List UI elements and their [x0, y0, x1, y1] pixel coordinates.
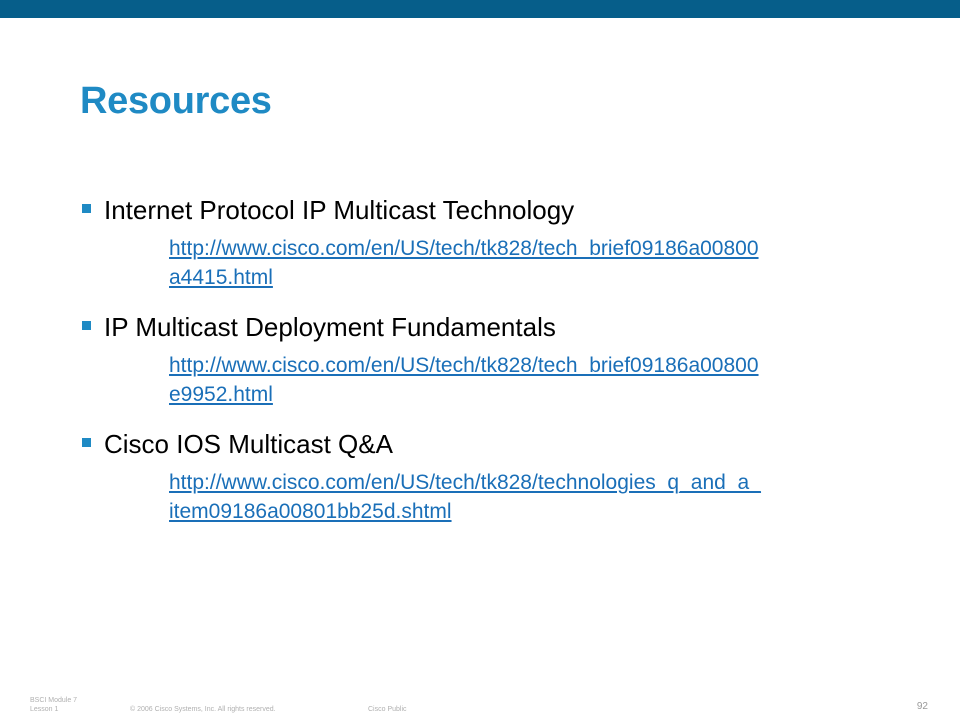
resource-item: IP Multicast Deployment Fundamentals htt… — [80, 309, 910, 409]
link-line-1: http://www.cisco.com/en/US/tech/tk828/te… — [169, 237, 759, 260]
resource-link[interactable]: http://www.cisco.com/en/US/tech/tk828/te… — [169, 234, 929, 292]
resource-title: IP Multicast Deployment Fundamentals — [104, 312, 556, 342]
square-bullet-icon — [82, 438, 91, 447]
square-bullet-icon — [82, 204, 91, 213]
resource-item: Cisco IOS Multicast Q&A http://www.cisco… — [80, 426, 910, 526]
footer-copyright: © 2006 Cisco Systems, Inc. All rights re… — [130, 706, 276, 713]
slide-title: Resources — [80, 80, 272, 122]
page-number: 92 — [916, 701, 928, 712]
footer-course-line-2: Lesson 1 — [30, 706, 59, 713]
resource-list: Internet Protocol IP Multicast Technolog… — [80, 192, 910, 526]
link-line-2: item09186a00801bb25d.shtml — [169, 500, 452, 523]
resource-item: Internet Protocol IP Multicast Technolog… — [80, 192, 910, 292]
resource-title: Internet Protocol IP Multicast Technolog… — [104, 195, 575, 225]
top-banner-bar — [0, 0, 960, 18]
footer-course-label: BSCI Module 7 Lesson 1 — [30, 696, 110, 714]
resource-title: Cisco IOS Multicast Q&A — [104, 429, 393, 459]
footer-course-line-1: BSCI Module 7 — [30, 697, 78, 704]
link-line-1: http://www.cisco.com/en/US/tech/tk828/te… — [169, 354, 759, 377]
square-bullet-icon — [82, 321, 91, 330]
link-line-2: e9952.html — [169, 383, 273, 406]
footer-classification: Cisco Public — [368, 706, 407, 713]
link-line-2: a4415.html — [169, 266, 273, 289]
resource-link[interactable]: http://www.cisco.com/en/US/tech/tk828/te… — [169, 351, 929, 409]
resource-link[interactable]: http://www.cisco.com/en/US/tech/tk828/te… — [169, 468, 929, 526]
link-line-1: http://www.cisco.com/en/US/tech/tk828/te… — [169, 471, 761, 494]
